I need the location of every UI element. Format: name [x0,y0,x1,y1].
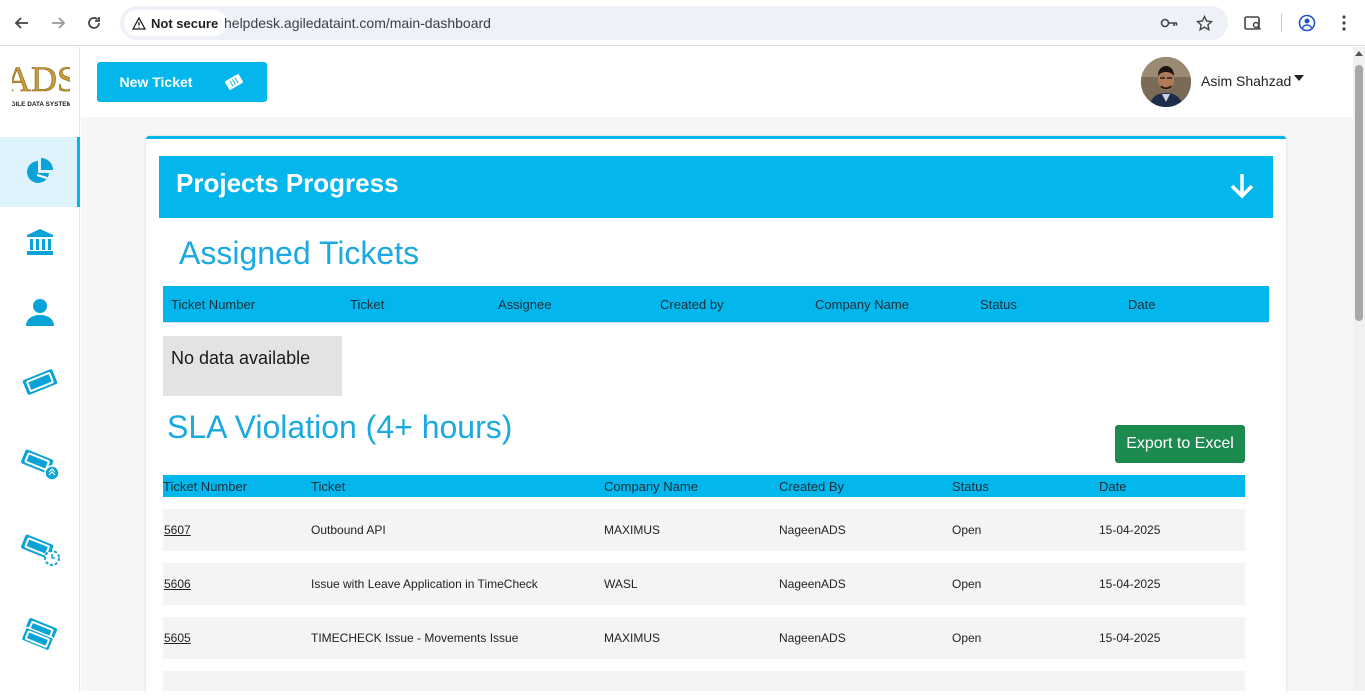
ticket-link[interactable]: 5607 [164,523,191,537]
new-ticket-button[interactable]: New Ticket [97,62,267,102]
ticket-icon [225,74,244,90]
ticket-cell: TIMECHECK Issue - Movements Issue [311,631,519,645]
table-row[interactable]: 5607 Outbound API MAXIMUS NageenADS Open… [163,509,1245,551]
ticket-number-cell[interactable]: 5605 [164,631,191,645]
company-cell: WASL [604,577,638,591]
assigned-tickets-header: Ticket Number Ticket Assignee Created by… [163,286,1269,322]
column-header[interactable]: Ticket Number [163,479,247,494]
column-header[interactable]: Company Name [815,297,909,312]
page-scrollbar[interactable] [1353,47,1365,691]
toolbar-divider [1281,14,1282,32]
empty-message: No data available [171,348,311,368]
ads-logo[interactable]: ADS AGILE DATA SYSTEMS [5,57,78,109]
sidebar-item-all-tickets[interactable] [0,601,80,671]
column-header[interactable]: Status [952,479,989,494]
column-header[interactable]: Date [1099,479,1126,494]
created-by-cell: NageenADS [779,577,846,591]
column-header[interactable]: Assignee [498,297,551,312]
created-by-cell: NageenADS [779,631,846,645]
status-cell: Open [952,577,982,591]
status-cell: Open [952,631,982,645]
top-header: New Ticket Asim Shahzad [81,47,1353,117]
column-header[interactable]: Company Name [604,479,698,494]
browser-toolbar: Not secure helpdesk.agiledataint.com/mai… [0,0,1365,46]
dashboard-pie-icon [26,158,53,183]
sidebar-item-tickets[interactable] [0,347,80,417]
ticket-upload-icon [21,449,60,481]
reload-icon [88,17,100,29]
svg-text:ADS: ADS [12,59,70,99]
sidebar: ADS AGILE DATA SYSTEMS [0,47,80,691]
avatar[interactable] [1141,57,1191,107]
status-cell: Open [952,523,982,537]
column-header[interactable]: Ticket [350,297,384,312]
forward-arrow-icon [52,17,66,29]
date-cell: 15-04-2025 [1099,577,1161,591]
sidebar-item-escalated-tickets[interactable] [0,430,80,500]
forward-button[interactable] [46,11,70,35]
reload-button[interactable] [82,11,106,35]
password-key-icon[interactable] [1160,14,1178,32]
back-button[interactable] [10,11,34,35]
ticket-number-cell[interactable]: 5606 [164,577,191,591]
bank-building-icon [27,229,53,255]
company-cell: MAXIMUS [604,631,661,645]
sidebar-item-users[interactable] [0,277,80,347]
ticket-icon [22,369,58,395]
bookmark-star-icon[interactable] [1195,14,1213,32]
table-row[interactable]: 5605 TIMECHECK Issue - Movements Issue M… [163,617,1245,659]
sla-table-header: Ticket Number Ticket Company Name Create… [163,475,1245,497]
divider [163,322,1269,323]
address-bar[interactable]: Not secure helpdesk.agiledataint.com/mai… [120,6,1228,40]
profile-icon[interactable] [1295,11,1319,35]
date-cell: 15-04-2025 [1099,631,1161,645]
tickets-multiple-icon [20,618,57,652]
sla-violation-title: SLA Violation (4+ hours) [167,409,513,445]
empty-state: No data available [163,336,342,396]
column-header[interactable]: Ticket Number [171,297,255,312]
sidebar-item-companies[interactable] [0,207,80,277]
date-cell: 15-04-2025 [1099,523,1161,537]
company-cell: MAXIMUS [604,523,661,537]
ticket-cell: Outbound API [311,523,386,537]
url-text[interactable]: helpdesk.agiledataint.com/main-dashboard [224,15,491,31]
user-icon [26,299,54,326]
table-row[interactable] [163,671,1245,691]
column-header[interactable]: Ticket [311,479,345,494]
column-header[interactable]: Date [1128,297,1155,312]
ticket-number-cell[interactable]: 5607 [164,523,191,537]
scroll-thumb[interactable] [1355,65,1363,321]
security-label: Not secure [151,15,219,31]
projects-progress-title: Projects Progress [176,168,399,198]
security-chip[interactable]: Not secure [124,10,228,36]
ticket-clock-icon [21,534,60,566]
new-ticket-label: New Ticket [119,74,193,90]
sidebar-item-pending-tickets[interactable] [0,515,80,585]
scroll-up-arrow-icon[interactable] [1355,51,1363,56]
svg-text:AGILE DATA SYSTEMS: AGILE DATA SYSTEMS [12,101,70,108]
ticket-link[interactable]: 5605 [164,631,191,645]
arrow-down-icon[interactable] [1229,172,1255,200]
ticket-link[interactable]: 5606 [164,577,191,591]
export-to-excel-button[interactable]: Export to Excel [1115,425,1245,463]
warning-triangle-icon [132,16,146,30]
back-arrow-icon [14,17,28,29]
tab-search-icon[interactable] [1241,11,1265,35]
table-row[interactable]: 5606 Issue with Leave Application in Tim… [163,563,1245,605]
assigned-tickets-title: Assigned Tickets [179,235,420,271]
kebab-menu-icon[interactable] [1332,11,1356,35]
column-header[interactable]: Created by [660,297,724,312]
projects-progress-banner[interactable]: Projects Progress [159,156,1273,218]
column-header[interactable]: Status [980,297,1017,312]
column-header[interactable]: Created By [779,479,844,494]
ticket-cell: Issue with Leave Application in TimeChec… [311,577,538,591]
user-name[interactable]: Asim Shahzad [1201,73,1291,89]
sidebar-item-dashboard[interactable] [0,137,80,207]
caret-down-icon[interactable] [1294,75,1304,81]
created-by-cell: NageenADS [779,523,846,537]
